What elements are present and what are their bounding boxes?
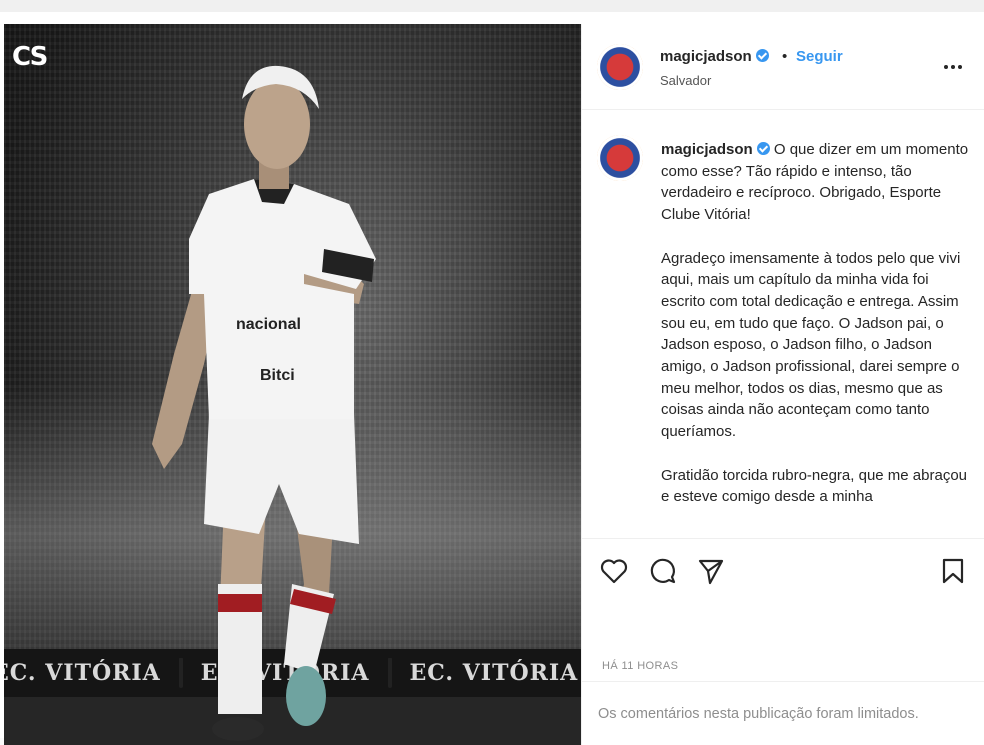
post-frame: EC. VITÓRIA EC. VITÓRIA EC. VITÓRIA naci… bbox=[0, 0, 984, 745]
location-link[interactable]: Salvador bbox=[660, 73, 711, 88]
caption-username[interactable]: magicjadson bbox=[661, 141, 753, 158]
caption-text-block: magicjadson O que dizer em um momento co… bbox=[661, 139, 971, 508]
caption-section: magicjadson O que dizer em um momento co… bbox=[582, 111, 984, 539]
watermark-logo: CS bbox=[12, 42, 48, 72]
player-figure: nacional Bitci bbox=[152, 65, 376, 741]
caption-body: O que dizer em um momento como esse? Tão… bbox=[661, 141, 969, 506]
username-text[interactable]: magicjadson bbox=[660, 48, 752, 65]
action-bar bbox=[582, 540, 984, 600]
verified-badge-icon bbox=[756, 142, 770, 155]
more-options-icon[interactable] bbox=[944, 54, 962, 75]
avatar[interactable] bbox=[597, 135, 643, 181]
follow-button[interactable]: Seguir bbox=[796, 48, 843, 65]
jersey-sponsor-text: nacional bbox=[236, 316, 301, 333]
comments-limited-text: Os comentários nesta publicação foram li… bbox=[598, 706, 919, 722]
bookmark-icon[interactable] bbox=[938, 556, 968, 586]
post-header: magicjadson • Seguir Salvador bbox=[582, 24, 984, 110]
post-timestamp[interactable]: HÁ 11 HORAS bbox=[602, 660, 678, 672]
separator-dot: • bbox=[782, 48, 788, 65]
send-icon[interactable] bbox=[696, 556, 726, 586]
verified-badge-icon bbox=[755, 49, 769, 62]
username-link[interactable]: magicjadson bbox=[660, 48, 769, 65]
comment-icon[interactable] bbox=[648, 556, 678, 586]
post-sidebar: magicjadson • Seguir Salvador magicjadso… bbox=[581, 24, 984, 745]
post-photo[interactable]: EC. VITÓRIA EC. VITÓRIA EC. VITÓRIA naci… bbox=[4, 24, 581, 745]
jersey-sponsor-text: Bitci bbox=[260, 367, 295, 384]
heart-icon[interactable] bbox=[599, 556, 629, 586]
avatar[interactable] bbox=[597, 44, 643, 90]
comments-notice: Os comentários nesta publicação foram li… bbox=[582, 681, 984, 745]
